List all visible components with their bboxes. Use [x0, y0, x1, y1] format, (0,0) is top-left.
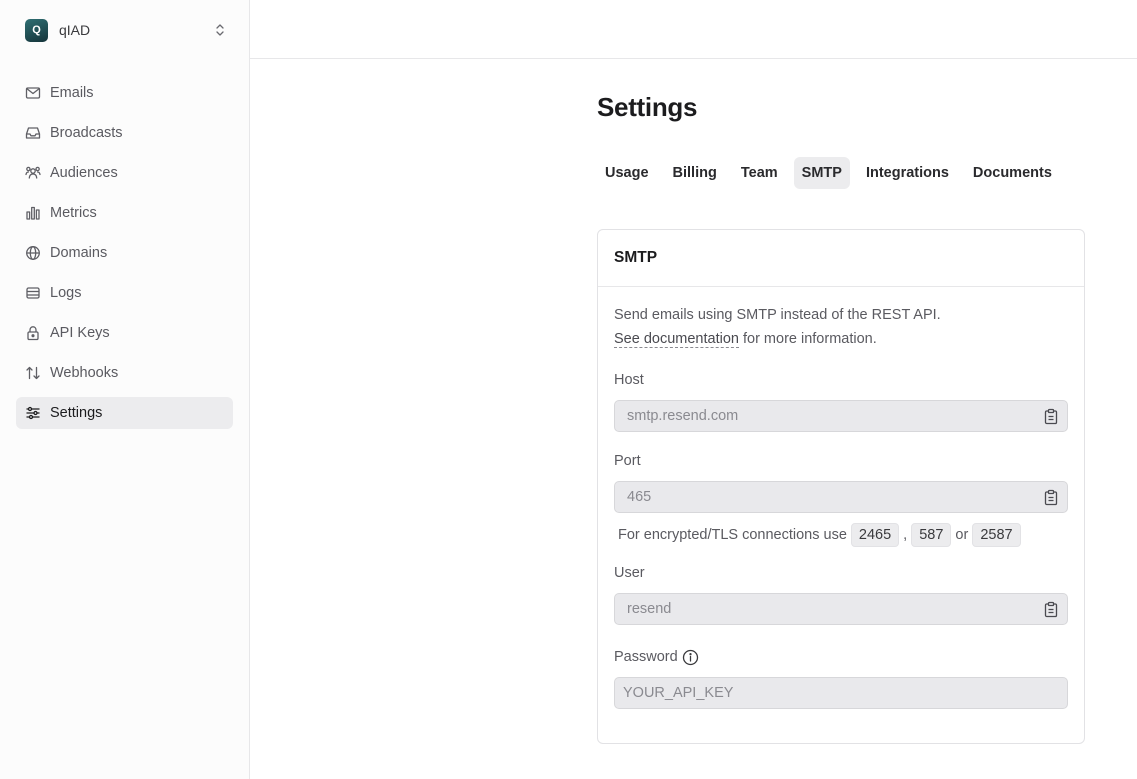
port-hint-prefix: For encrypted/TLS connections use	[618, 527, 847, 543]
host-field[interactable]	[627, 408, 1027, 424]
sidebar-item-settings[interactable]: Settings	[16, 397, 233, 429]
port-label-text: Port	[614, 453, 641, 469]
host-field-wrapper	[614, 400, 1068, 432]
password-field-wrapper	[614, 677, 1068, 709]
smtp-card: SMTP Send emails using SMTP instead of t…	[597, 229, 1085, 744]
sidebar-item-webhooks[interactable]: Webhooks	[16, 357, 233, 389]
team-logo: Q	[25, 18, 48, 42]
sidebar-item-audiences[interactable]: Audiences	[16, 157, 233, 189]
smtp-card-header: SMTP	[598, 230, 1084, 287]
sidebar-item-label: Audiences	[50, 165, 118, 181]
user-field[interactable]	[627, 601, 1027, 617]
sidebar-item-label: Metrics	[50, 205, 97, 221]
user-label-text: User	[614, 565, 645, 581]
sidebar-item-logs[interactable]: Logs	[16, 277, 233, 309]
smtp-description-text: Send emails using SMTP instead of the RE…	[614, 307, 941, 323]
sidebar-item-label: Settings	[50, 405, 103, 421]
tab-smtp[interactable]: SMTP	[793, 157, 850, 189]
globe-icon	[24, 245, 41, 262]
password-label-text: Password	[614, 649, 678, 665]
sidebar-nav: Emails Broadcasts Audiences Metrics Doma…	[16, 77, 233, 437]
inbox-icon	[24, 125, 41, 142]
sliders-icon	[24, 405, 41, 422]
port-field-wrapper	[614, 481, 1068, 513]
tab-usage[interactable]: Usage	[597, 157, 657, 189]
tab-documents[interactable]: Documents	[965, 157, 1060, 189]
clipboard-icon[interactable]	[1043, 489, 1059, 506]
top-bar	[250, 0, 1137, 59]
tab-billing[interactable]: Billing	[665, 157, 725, 189]
sidebar-item-label: Logs	[50, 285, 82, 301]
page-title: Settings	[597, 92, 698, 122]
sidebar-item-metrics[interactable]: Metrics	[16, 197, 233, 229]
documentation-suffix: for more information.	[738, 331, 877, 347]
tab-integrations[interactable]: Integrations	[858, 157, 957, 189]
sidebar-item-broadcasts[interactable]: Broadcasts	[16, 117, 233, 149]
sidebar-item-label: Domains	[50, 245, 108, 261]
port-field[interactable]	[627, 489, 1027, 505]
settings-tabs: Usage Billing Team SMTP Integrations Doc…	[597, 157, 1068, 189]
smtp-card-body: Send emails using SMTP instead of the RE…	[598, 287, 1084, 709]
host-label-text: Host	[614, 372, 644, 388]
port-hint: For encrypted/TLS connections use 2465 ,…	[614, 523, 1068, 547]
smtp-description: Send emails using SMTP instead of the RE…	[614, 303, 1068, 351]
port-code: 2465	[850, 523, 900, 547]
password-field[interactable]	[623, 685, 1023, 701]
sidebar-item-label: Emails	[50, 85, 94, 101]
smtp-card-title: SMTP	[614, 249, 658, 266]
port-hint-or: or	[955, 527, 969, 543]
user-field-wrapper	[614, 593, 1068, 625]
team-switcher[interactable]: Q qIAD	[25, 18, 225, 42]
password-label: Password	[614, 647, 1068, 667]
port-code: 587	[911, 523, 952, 547]
sidebar-item-label: API Keys	[50, 325, 110, 341]
tab-team[interactable]: Team	[733, 157, 786, 189]
sidebar-item-label: Broadcasts	[50, 125, 123, 141]
documentation-link[interactable]: See documentation	[614, 331, 739, 348]
mail-icon	[24, 85, 41, 102]
user-label: User	[614, 563, 1068, 583]
team-name: qIAD	[59, 22, 91, 38]
port-label: Port	[614, 451, 1068, 471]
clipboard-icon[interactable]	[1043, 601, 1059, 618]
info-icon[interactable]	[682, 649, 699, 666]
port-code: 2587	[972, 523, 1021, 547]
bar-chart-icon	[24, 205, 41, 222]
sidebar-item-emails[interactable]: Emails	[16, 77, 233, 109]
lock-icon	[24, 325, 41, 342]
sidebar-item-domains[interactable]: Domains	[16, 237, 233, 269]
sidebar-item-api-keys[interactable]: API Keys	[16, 317, 233, 349]
host-label: Host	[614, 370, 1068, 390]
chevron-up-down-icon[interactable]	[215, 23, 225, 37]
port-hint-comma: ,	[903, 527, 908, 543]
sidebar: Q qIAD Emails Broadcasts Audiences Metri…	[0, 0, 250, 779]
arrows-up-down-icon	[24, 365, 41, 382]
users-icon	[24, 165, 41, 182]
logs-icon	[24, 285, 41, 302]
clipboard-icon[interactable]	[1043, 408, 1059, 425]
sidebar-item-label: Webhooks	[50, 365, 119, 381]
